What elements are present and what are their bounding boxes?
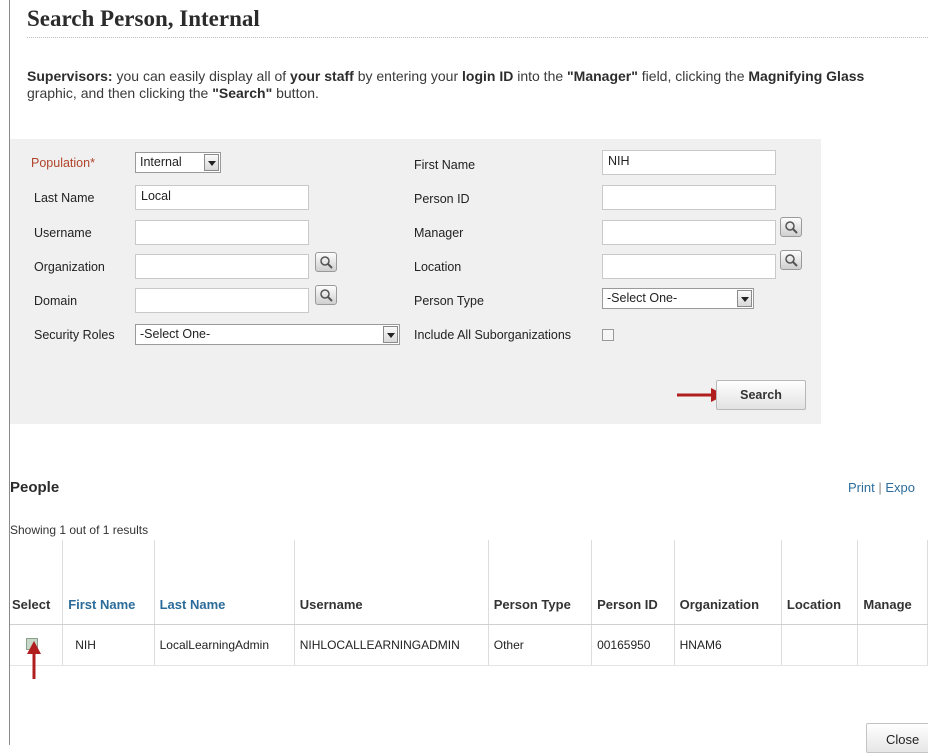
table-header-row: Select First Name Last Name Username Per… (10, 540, 928, 625)
username-field[interactable] (135, 220, 309, 245)
intro-text: Supervisors: you can easily display all … (27, 68, 865, 101)
cell-manager (857, 624, 928, 666)
location-field[interactable] (602, 254, 776, 279)
column-header-last-name[interactable]: Last Name (154, 540, 295, 625)
cell-username: NIHLOCALLEARNINGADMIN (294, 624, 489, 666)
person-type-select[interactable]: -Select One- (602, 288, 754, 309)
chevron-down-icon (737, 290, 752, 307)
table-row: NIH LocalLearningAdmin NIHLOCALLEARNINGA… (10, 624, 928, 666)
column-header-select: Select (10, 540, 64, 625)
chevron-down-icon (204, 154, 219, 171)
link-separator: | (878, 480, 882, 495)
location-label: Location (414, 260, 462, 274)
manager-label: Manager (414, 226, 464, 240)
page-title: Search Person, Internal (27, 6, 260, 31)
results-count: Showing 1 out of 1 results (10, 523, 149, 537)
include-suborgs-checkbox[interactable] (602, 329, 614, 341)
cell-location (781, 624, 859, 666)
red-arrow-icon (27, 641, 41, 679)
person-id-field[interactable] (602, 185, 776, 210)
export-link[interactable]: Expo (885, 480, 915, 495)
domain-lookup-button[interactable] (315, 285, 337, 305)
column-header-first-name[interactable]: First Name (62, 540, 155, 625)
organization-label: Organization (34, 260, 105, 274)
location-lookup-button[interactable] (780, 250, 802, 270)
column-header-organization: Organization (674, 540, 782, 625)
domain-field[interactable] (135, 288, 309, 313)
manager-lookup-button[interactable] (780, 217, 802, 237)
chevron-down-icon (383, 326, 398, 343)
domain-label: Domain (34, 294, 78, 308)
organization-lookup-button[interactable] (315, 252, 337, 272)
manager-field[interactable] (602, 220, 776, 245)
first-name-field[interactable]: NIH (602, 150, 776, 175)
results-actions: Print | Expo (848, 480, 915, 495)
results-table: Select First Name Last Name Username Per… (10, 540, 928, 666)
search-button[interactable]: Search (716, 380, 806, 410)
last-name-field[interactable]: Local (135, 185, 309, 210)
username-label: Username (34, 226, 92, 240)
last-name-label: Last Name (34, 191, 95, 205)
magnifying-glass-icon (785, 221, 798, 234)
magnifying-glass-icon (785, 254, 798, 267)
security-roles-label: Security Roles (34, 328, 115, 342)
title-divider (27, 37, 928, 38)
cell-person-type: Other (488, 624, 593, 666)
column-header-location: Location (781, 540, 859, 625)
first-name-label: First Name (414, 158, 476, 172)
column-header-username: Username (294, 540, 489, 625)
population-select[interactable]: Internal (135, 152, 221, 173)
cell-first-name: NIH (62, 624, 155, 666)
magnifying-glass-icon (320, 289, 333, 302)
people-heading: People (10, 479, 60, 496)
close-button[interactable]: Close (866, 723, 928, 753)
column-header-person-type: Person Type (488, 540, 593, 625)
search-form-panel: Population* Internal Last Name Local Use… (10, 139, 821, 424)
column-header-manager: Manage (857, 540, 928, 625)
include-suborgs-label: Include All Suborganizations (414, 328, 572, 342)
cell-person-id: 00165950 (591, 624, 675, 666)
magnifying-glass-icon (320, 256, 333, 269)
cell-last-name: LocalLearningAdmin (154, 624, 295, 666)
population-label: Population* (31, 156, 95, 170)
cell-organization: HNAM6 (674, 624, 782, 666)
person-id-label: Person ID (414, 192, 470, 206)
security-roles-select[interactable]: -Select One- (135, 324, 400, 345)
print-link[interactable]: Print (848, 480, 875, 495)
organization-field[interactable] (135, 254, 309, 279)
column-header-person-id: Person ID (591, 540, 675, 625)
person-type-label: Person Type (414, 294, 484, 308)
